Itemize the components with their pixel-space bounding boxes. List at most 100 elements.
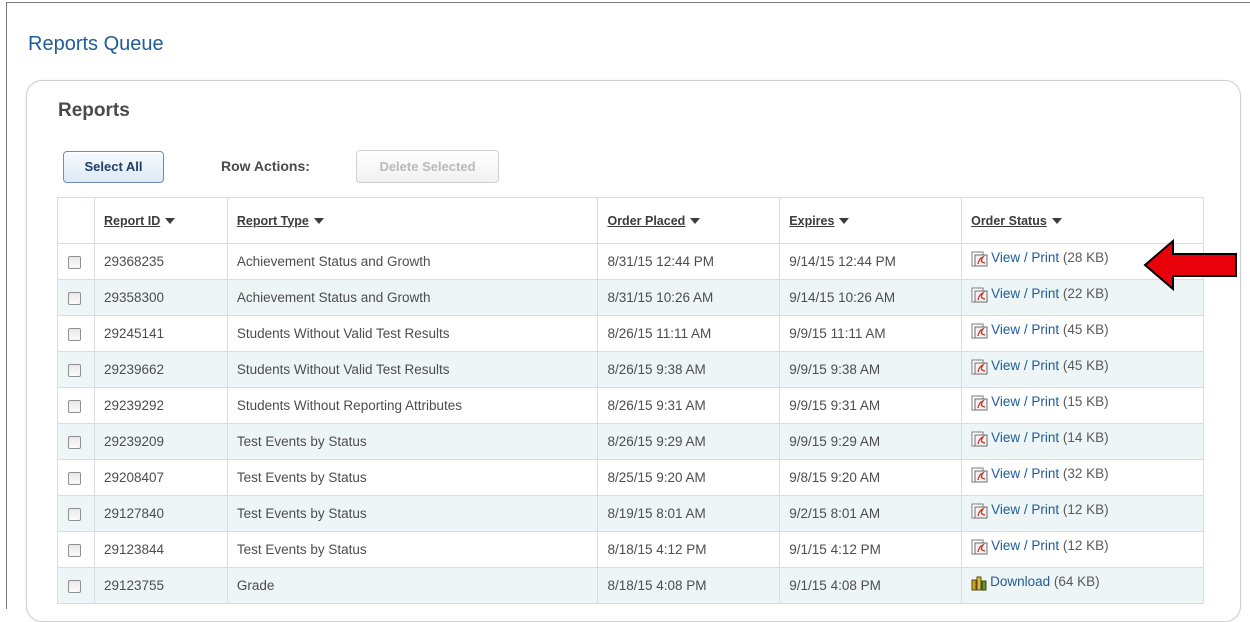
order-status-cell: View / Print (15 KB) <box>961 387 1204 424</box>
view-print-link[interactable]: View / Print <box>991 466 1059 481</box>
file-size: (12 KB) <box>1062 502 1109 518</box>
report-id-cell: 29239292 <box>93 387 228 424</box>
order-placed-cell: 8/26/15 9:31 AM <box>597 387 781 424</box>
row-checkbox[interactable] <box>68 543 81 557</box>
pdf-file-icon[interactable] <box>971 431 989 447</box>
row-select-cell <box>57 423 95 460</box>
row-checkbox[interactable] <box>68 579 81 593</box>
row-checkbox[interactable] <box>68 471 81 485</box>
order-placed-cell: 8/19/15 8:01 AM <box>597 495 781 532</box>
view-print-link[interactable]: View / Print <box>991 430 1059 445</box>
expires-cell: 9/9/15 9:38 AM <box>779 351 963 388</box>
download-link[interactable]: Download <box>990 574 1050 589</box>
sort-down-icon <box>165 218 176 225</box>
row-checkbox[interactable] <box>68 399 81 413</box>
file-size: (32 KB) <box>1062 466 1109 482</box>
pdf-file-icon[interactable] <box>971 359 989 375</box>
expires-cell: 9/1/15 4:08 PM <box>779 567 963 604</box>
sort-header-report-type[interactable]: Report Type <box>226 197 599 244</box>
row-checkbox[interactable] <box>68 507 81 521</box>
order-status-cell: View / Print (45 KB) <box>961 351 1204 388</box>
sort-header-expires[interactable]: Expires <box>779 197 963 244</box>
expires-cell: 9/9/15 9:29 AM <box>779 423 963 460</box>
table-row: 29358300 Achievement Status and Growth 8/3… <box>57 279 1204 316</box>
report-id-cell: 29127840 <box>93 495 228 532</box>
report-type-cell: Achievement Status and Growth <box>226 243 599 280</box>
table-row: 29208407 Test Events by Status 8/25/15 9:2… <box>57 459 1204 496</box>
row-checkbox[interactable] <box>68 435 81 449</box>
file-size: (64 KB) <box>1053 574 1100 590</box>
order-placed-cell: 8/31/15 10:26 AM <box>597 279 781 316</box>
view-print-link[interactable]: View / Print <box>991 250 1059 265</box>
report-id-cell: 29245141 <box>93 315 228 352</box>
row-select-cell <box>57 279 95 316</box>
expires-cell: 9/1/15 4:12 PM <box>779 531 963 568</box>
row-checkbox[interactable] <box>68 327 81 341</box>
report-type-cell: Students Without Valid Test Results <box>226 351 599 388</box>
pdf-file-icon[interactable] <box>971 503 989 519</box>
report-id-cell: 29358300 <box>93 279 228 316</box>
view-print-link[interactable]: View / Print <box>991 394 1059 409</box>
report-id-cell: 29368235 <box>93 243 228 280</box>
file-size: (14 KB) <box>1062 430 1109 446</box>
pdf-file-icon[interactable] <box>971 323 989 339</box>
pdf-file-icon[interactable] <box>971 287 989 303</box>
sort-down-icon <box>313 218 324 225</box>
pdf-file-icon[interactable] <box>971 539 989 555</box>
row-select-cell <box>57 495 95 532</box>
order-placed-cell: 8/26/15 9:29 AM <box>597 423 781 460</box>
reports-table: Report ID Report Type Order Placed Expir… <box>57 197 1204 604</box>
order-status-cell: View / Print (12 KB) <box>961 495 1204 532</box>
expires-cell: 9/14/15 12:44 PM <box>779 243 963 280</box>
order-status-cell: View / Print (32 KB) <box>961 459 1204 496</box>
expires-cell: 9/8/15 9:20 AM <box>779 459 963 496</box>
report-type-cell: Grade <box>226 567 599 604</box>
table-row: 29123755 Grade 8/18/15 4:08 PM 9/1/15 4:08 … <box>57 567 1204 604</box>
row-select-cell <box>57 351 95 388</box>
row-select-cell <box>57 315 95 352</box>
file-size: (45 KB) <box>1062 358 1109 374</box>
row-select-cell <box>57 243 95 280</box>
view-print-link[interactable]: View / Print <box>991 286 1059 301</box>
pdf-file-icon[interactable] <box>971 467 989 483</box>
file-size: (22 KB) <box>1062 286 1109 302</box>
download-icon[interactable] <box>971 575 987 591</box>
row-checkbox[interactable] <box>68 255 81 269</box>
expires-cell: 9/14/15 10:26 AM <box>779 279 963 316</box>
select-all-button[interactable]: Select All <box>63 151 164 183</box>
row-select-cell <box>57 567 95 604</box>
checkbox-column-header <box>57 197 95 244</box>
view-print-link[interactable]: View / Print <box>991 538 1059 553</box>
file-size: (12 KB) <box>1062 538 1109 554</box>
view-print-link[interactable]: View / Print <box>991 358 1059 373</box>
row-select-cell <box>57 531 95 568</box>
table-row: 29239292 Students Without Reporting Attri… <box>57 387 1204 424</box>
row-checkbox[interactable] <box>68 363 81 377</box>
view-print-link[interactable]: View / Print <box>991 502 1059 517</box>
report-type-cell: Test Events by Status <box>226 531 599 568</box>
row-checkbox[interactable] <box>68 291 81 305</box>
report-type-cell: Students Without Valid Test Results <box>226 315 599 352</box>
report-type-cell: Test Events by Status <box>226 459 599 496</box>
report-id-cell: 29239662 <box>93 351 228 388</box>
order-status-cell: View / Print (12 KB) <box>961 531 1204 568</box>
order-placed-cell: 8/26/15 9:38 AM <box>597 351 781 388</box>
row-select-cell <box>57 459 95 496</box>
pdf-file-icon[interactable] <box>971 251 989 267</box>
table-row: 29123844 Test Events by Status 8/18/15 4:1… <box>57 531 1204 568</box>
order-status-cell: Download (64 KB) <box>961 567 1204 604</box>
page-title: Reports Queue <box>28 33 164 55</box>
sort-header-order-placed[interactable]: Order Placed <box>597 197 781 244</box>
file-size: (15 KB) <box>1062 394 1109 410</box>
order-placed-cell: 8/18/15 4:08 PM <box>597 567 781 604</box>
pdf-file-icon[interactable] <box>971 395 989 411</box>
delete-selected-button[interactable]: Delete Selected <box>356 150 499 183</box>
expires-cell: 9/9/15 9:31 AM <box>779 387 963 424</box>
sort-down-icon <box>1051 218 1062 225</box>
expires-cell: 9/9/15 11:11 AM <box>779 315 963 352</box>
sort-header-report-id[interactable]: Report ID <box>93 197 228 244</box>
table-header-row: Report ID Report Type Order Placed Expir… <box>57 197 1204 244</box>
sort-header-order-status[interactable]: Order Status <box>961 197 1204 244</box>
view-print-link[interactable]: View / Print <box>991 322 1059 337</box>
table-row: 29239209 Test Events by Status 8/26/15 9:2… <box>57 423 1204 460</box>
